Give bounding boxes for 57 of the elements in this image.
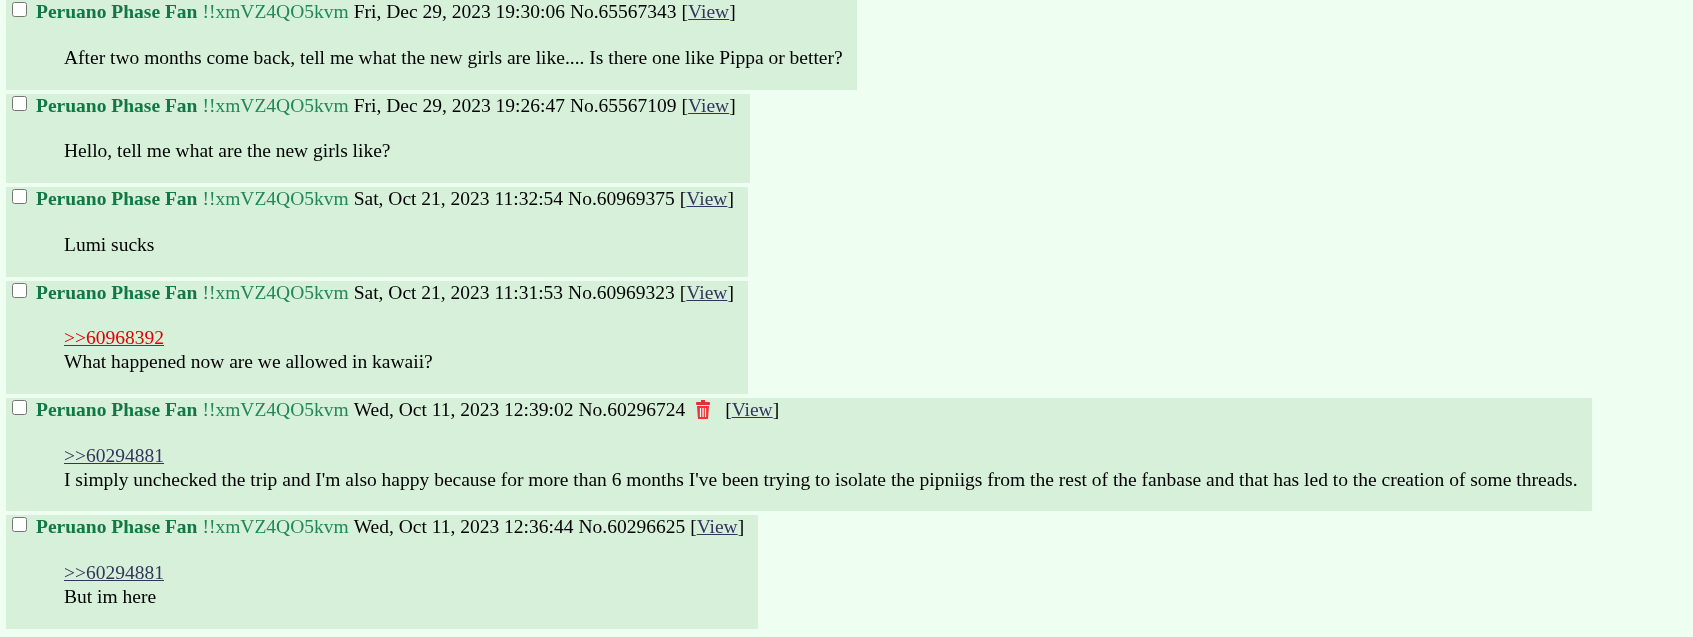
tripcode: !!xmVZ4QO5kvm <box>202 93 349 118</box>
view-link[interactable]: View <box>731 399 773 421</box>
bracket: [ <box>681 94 689 116</box>
bracket: ] <box>729 1 736 22</box>
post-datetime: Sat, Oct 21, 2023 11:31:53 <box>353 280 564 305</box>
tripcode: !!xmVZ4QO5kvm <box>202 398 349 422</box>
poster-name: Peruano Phase Fan <box>36 187 198 211</box>
bracket: [ <box>725 399 732 421</box>
post-datetime: Wed, Oct 11, 2023 12:36:44 <box>353 515 574 540</box>
poster-name: Peruano Phase Fan <box>36 93 198 118</box>
post-message: What happened now are we allowed in kawaii? <box>64 350 434 375</box>
post-checkbox[interactable] <box>12 95 27 111</box>
view-link[interactable]: View <box>696 516 738 538</box>
view-link[interactable]: View <box>686 281 728 303</box>
tripcode: !!xmVZ4QO5kvm <box>202 187 349 211</box>
tripcode: !!xmVZ4QO5kvm <box>202 280 349 305</box>
poster-name: Peruano Phase Fan <box>36 515 198 540</box>
post-message: After two months come back, tell me what the new girls are like.... Is there one like Pippa or better? <box>64 45 843 70</box>
post-number: No.60296724 <box>578 398 686 422</box>
post-checkbox[interactable] <box>12 2 27 17</box>
post-message: But im here <box>64 584 158 609</box>
poster-name: Peruano Phase Fan <box>36 0 198 24</box>
post-checkbox[interactable] <box>12 517 27 533</box>
quote-link[interactable]: >>60294881 <box>64 561 164 585</box>
post-checkbox[interactable] <box>12 282 27 298</box>
view-link[interactable]: View <box>688 94 730 116</box>
post-datetime: Sat, Oct 21, 2023 11:32:54 <box>353 187 564 211</box>
tripcode: !!xmVZ4QO5kvm <box>202 0 349 24</box>
bracket: ] <box>737 516 745 538</box>
quote-link[interactable]: >>60294881 <box>64 443 164 468</box>
bracket: ] <box>729 94 736 116</box>
post-message: Hello, tell me what are the new girls like? <box>64 139 392 164</box>
bracket: ] <box>727 281 734 303</box>
view-link[interactable]: View <box>688 1 730 22</box>
post-message: I simply unchecked the trip and I'm also happy because for more than 6 months I've been trying to isolate the pipniigs from the rest of the fanbase and that has led to the creation of some threads. <box>64 467 1578 492</box>
post-number: No.65567343 <box>569 0 677 24</box>
post-number: No.60296625 <box>578 515 686 540</box>
post-datetime: Fri, Dec 29, 2023 19:26:47 <box>353 93 565 118</box>
view-link[interactable]: View <box>686 188 728 210</box>
bracket: [ <box>690 516 697 538</box>
post-checkbox[interactable] <box>12 400 27 416</box>
post-number: No.60969375 <box>568 187 675 211</box>
bracket: [ <box>679 281 687 303</box>
tripcode: !!xmVZ4QO5kvm <box>202 515 349 540</box>
poster-name: Peruano Phase Fan <box>36 398 198 422</box>
post-datetime: Fri, Dec 29, 2023 19:30:06 <box>353 0 565 24</box>
post-number: No.60969323 <box>568 280 675 305</box>
bracket: ] <box>772 399 780 421</box>
post-datetime: Wed, Oct 11, 2023 12:39:02 <box>353 398 574 422</box>
bracket: [ <box>681 1 689 22</box>
post-checkbox[interactable] <box>12 189 27 205</box>
post-number: No.65567109 <box>569 93 677 118</box>
bracket: ] <box>727 188 734 210</box>
post-message: Lumi sucks <box>64 232 156 257</box>
poster-name: Peruano Phase Fan <box>36 280 198 305</box>
bracket: [ <box>679 188 687 210</box>
quote-link[interactable]: >>60968392 <box>64 326 164 351</box>
